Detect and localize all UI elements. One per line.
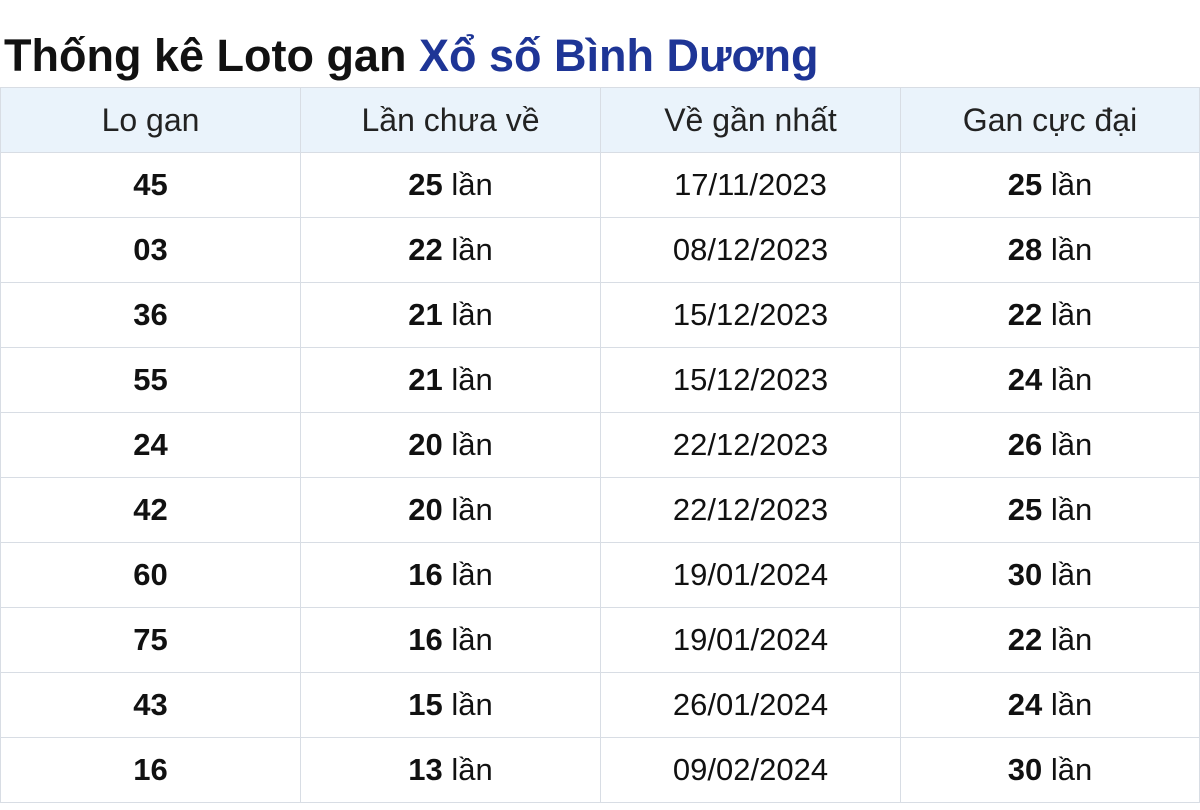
lo-number: 60 — [0, 542, 301, 608]
unit-label: lần — [451, 232, 493, 267]
max-gap: 30 — [1007, 752, 1043, 787]
max-gap: 22 — [1007, 297, 1043, 332]
max-gap-cell: 28 lần — [900, 217, 1200, 283]
unit-label: lần — [1050, 557, 1093, 592]
unit-label: lần — [451, 557, 493, 592]
last-date: 17/11/2023 — [600, 152, 901, 218]
missed-count-cell: 25 lần — [300, 152, 601, 218]
missed-count-cell: 16 lần — [300, 542, 601, 608]
header-last-appearance: Về gần nhất — [600, 87, 901, 153]
missed-count: 20 — [408, 492, 443, 527]
header-max-gap: Gan cực đại — [900, 87, 1200, 153]
max-gap: 24 — [1007, 362, 1043, 397]
header-lo-gan: Lo gan — [0, 87, 301, 153]
unit-label: lần — [1050, 167, 1093, 202]
unit-label: lần — [1050, 362, 1093, 397]
last-date: 22/12/2023 — [600, 412, 901, 478]
table-row: 03 22 lần 08/12/2023 28 lần — [0, 217, 1200, 283]
lo-number: 24 — [0, 412, 301, 478]
last-date: 26/01/2024 — [600, 672, 901, 738]
max-gap: 25 — [1007, 492, 1043, 527]
max-gap-cell: 25 lần — [900, 152, 1200, 218]
lo-number: 75 — [0, 607, 301, 673]
lo-number: 36 — [0, 282, 301, 348]
max-gap-cell: 26 lần — [900, 412, 1200, 478]
table-row: 55 21 lần 15/12/2023 24 lần — [0, 347, 1200, 413]
table-row: 75 16 lần 19/01/2024 22 lần — [0, 607, 1200, 673]
table-row: 24 20 lần 22/12/2023 26 lần — [0, 412, 1200, 478]
max-gap-cell: 24 lần — [900, 672, 1200, 738]
max-gap: 30 — [1007, 557, 1043, 592]
lo-number: 43 — [0, 672, 301, 738]
missed-count-cell: 20 lần — [300, 477, 601, 543]
unit-label: lần — [1050, 492, 1093, 527]
max-gap-cell: 30 lần — [900, 737, 1200, 803]
unit-label: lần — [451, 752, 493, 787]
last-date: 19/01/2024 — [600, 542, 901, 608]
last-date: 22/12/2023 — [600, 477, 901, 543]
table-row: 60 16 lần 19/01/2024 30 lần — [0, 542, 1200, 608]
max-gap: 26 — [1007, 427, 1043, 462]
lo-number: 45 — [0, 152, 301, 218]
loto-gan-table: Lo gan Lần chưa về Về gần nhất Gan cực đ… — [0, 87, 1200, 803]
max-gap-cell: 22 lần — [900, 607, 1200, 673]
missed-count-cell: 21 lần — [300, 347, 601, 413]
last-date: 09/02/2024 — [600, 737, 901, 803]
last-date: 19/01/2024 — [600, 607, 901, 673]
unit-label: lần — [1050, 232, 1093, 267]
unit-label: lần — [1050, 427, 1093, 462]
table-row: 45 25 lần 17/11/2023 25 lần — [0, 152, 1200, 218]
unit-label: lần — [1050, 687, 1093, 722]
lo-number: 55 — [0, 347, 301, 413]
lo-number: 16 — [0, 737, 301, 803]
unit-label: lần — [451, 622, 493, 657]
table-row: 43 15 lần 26/01/2024 24 lần — [0, 672, 1200, 738]
missed-count: 21 — [408, 362, 443, 397]
max-gap-cell: 22 lần — [900, 282, 1200, 348]
missed-count-cell: 13 lần — [300, 737, 601, 803]
missed-count: 22 — [408, 232, 443, 267]
max-gap: 24 — [1007, 687, 1043, 722]
province-link[interactable]: Xổ số Bình Dương — [419, 30, 819, 81]
unit-label: lần — [1050, 752, 1093, 787]
table-row: 16 13 lần 09/02/2024 30 lần — [0, 737, 1200, 803]
unit-label: lần — [451, 362, 493, 397]
table-row: 42 20 lần 22/12/2023 25 lần — [0, 477, 1200, 543]
unit-label: lần — [451, 427, 493, 462]
table-header-row: Lo gan Lần chưa về Về gần nhất Gan cực đ… — [0, 87, 1200, 153]
missed-count-cell: 22 lần — [300, 217, 601, 283]
missed-count: 20 — [408, 427, 443, 462]
last-date: 15/12/2023 — [600, 347, 901, 413]
unit-label: lần — [451, 492, 493, 527]
max-gap: 28 — [1007, 232, 1043, 267]
last-date: 15/12/2023 — [600, 282, 901, 348]
missed-count-cell: 21 lần — [300, 282, 601, 348]
page-title: Thống kê Loto gan Xổ số Bình Dương — [4, 26, 819, 86]
max-gap-cell: 24 lần — [900, 347, 1200, 413]
max-gap: 22 — [1007, 622, 1043, 657]
missed-count: 16 — [408, 622, 443, 657]
unit-label: lần — [451, 167, 493, 202]
unit-label: lần — [1050, 622, 1093, 657]
missed-count-cell: 15 lần — [300, 672, 601, 738]
title-prefix: Thống kê Loto gan — [4, 30, 407, 81]
max-gap-cell: 25 lần — [900, 477, 1200, 543]
missed-count: 13 — [408, 752, 443, 787]
max-gap-cell: 30 lần — [900, 542, 1200, 608]
max-gap: 25 — [1007, 167, 1043, 202]
unit-label: lần — [1050, 297, 1093, 332]
unit-label: lần — [451, 687, 493, 722]
missed-count: 16 — [408, 557, 443, 592]
missed-count: 15 — [408, 687, 443, 722]
missed-count: 21 — [408, 297, 443, 332]
unit-label: lần — [451, 297, 493, 332]
lo-number: 42 — [0, 477, 301, 543]
lo-number: 03 — [0, 217, 301, 283]
missed-count-cell: 16 lần — [300, 607, 601, 673]
missed-count: 25 — [408, 167, 443, 202]
last-date: 08/12/2023 — [600, 217, 901, 283]
header-missed-count: Lần chưa về — [300, 87, 601, 153]
table-row: 36 21 lần 15/12/2023 22 lần — [0, 282, 1200, 348]
missed-count-cell: 20 lần — [300, 412, 601, 478]
